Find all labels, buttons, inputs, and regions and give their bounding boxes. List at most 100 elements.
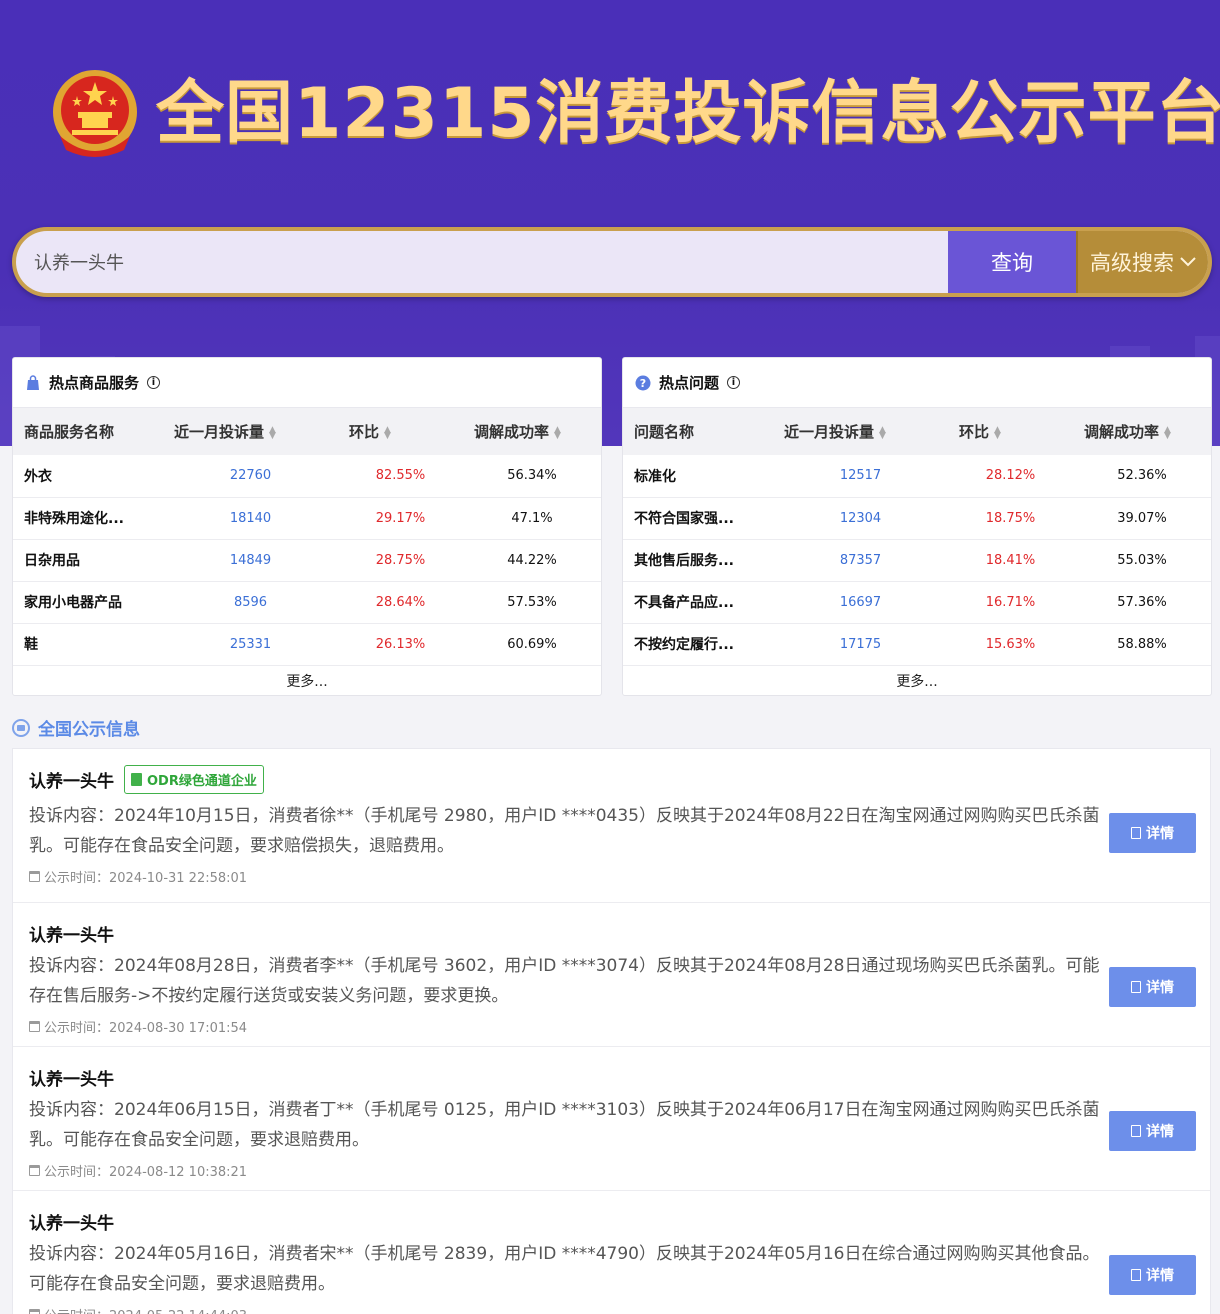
search-input[interactable] [16,231,948,293]
change-rate: 18.75% [948,497,1073,540]
sort-rate-header[interactable]: 调解成功率 ▲ ▼ [463,408,601,455]
complaint-volume: 14849 [163,539,338,582]
complaint-content: 投诉内容：2024年08月28日，消费者李**（手机尾号 3602，用户ID *… [29,956,1100,1006]
complaint-volume: 22760 [163,455,338,498]
change-rate: 16.71% [948,581,1073,624]
complaint-volume: 12517 [773,455,948,498]
table-row[interactable]: 家用小电器产品 8596 28.64% 57.53% [13,581,601,624]
company-name[interactable]: 认养一头牛 [29,1209,114,1234]
change-rate: 28.75% [338,539,463,582]
shopping-bag-icon [27,374,39,390]
document-icon [1131,981,1141,993]
mediation-rate: 58.88% [1073,623,1211,666]
company-name[interactable]: 认养一头牛 [29,921,114,946]
document-icon [1131,827,1141,839]
change-rate: 26.13% [338,623,463,666]
item-name[interactable]: 日杂用品 [13,539,163,582]
publish-time-text: 公示时间：2024-10-31 22:58:01 [44,871,248,886]
question-icon: ? [635,375,651,390]
item-name[interactable]: 鞋 [13,623,163,666]
publish-time: 公示时间：2024-08-30 17:01:54 [29,1017,1194,1036]
calendar-icon [29,1309,40,1314]
complaint-volume: 17175 [773,623,948,666]
table-row[interactable]: 其他售后服务... 87357 18.41% 55.03% [623,539,1211,582]
detail-button[interactable]: 详情 [1109,967,1196,1007]
item-name[interactable]: 外衣 [13,455,163,498]
national-emblem-icon [53,70,137,157]
column-header: 问题名称 [634,423,695,441]
sort-icon: ▲ ▼ [554,424,561,441]
item-name[interactable]: 标准化 [623,455,773,498]
detail-button[interactable]: 详情 [1109,813,1196,853]
mediation-rate: 39.07% [1073,497,1211,540]
odr-badge: ODR绿色通道企业 [124,764,264,794]
document-icon [1131,1269,1141,1281]
item-name[interactable]: 不按约定履行... [623,623,773,666]
column-header: 商品服务名称 [24,423,115,441]
detail-label: 详情 [1146,826,1174,842]
sort-change-header[interactable]: 环比 ▲ ▼ [948,408,1073,455]
mediation-rate: 57.36% [1073,581,1211,624]
sort-icon: ▲ ▼ [994,424,1001,441]
mediation-rate: 57.53% [463,581,601,624]
mediation-rate: 52.36% [1073,455,1211,498]
sort-volume-header[interactable]: 近一月投诉量 ▲ ▼ [163,408,338,455]
publish-time-text: 公示时间：2024-08-12 10:38:21 [44,1165,248,1180]
complaint-volume: 8596 [163,581,338,624]
change-rate: 82.55% [338,455,463,498]
item-name[interactable]: 不符合国家强... [623,497,773,540]
mediation-rate: 44.22% [463,539,601,582]
complaint-volume: 16697 [773,581,948,624]
sort-change-header[interactable]: 环比 ▲ ▼ [338,408,463,455]
complaint-content: 投诉内容：2024年10月15日，消费者徐**（手机尾号 2980，用户ID *… [29,806,1100,856]
mediation-rate: 55.03% [1073,539,1211,582]
detail-button[interactable]: 详情 [1109,1111,1196,1151]
table-row[interactable]: 不符合国家强... 12304 18.75% 39.07% [623,497,1211,540]
search-bar: 查询 高级搜索 [12,227,1212,297]
table-row[interactable]: 非特殊用途化... 18140 29.17% 47.1% [13,497,601,540]
calendar-icon [29,1165,40,1176]
sort-icon: ▲ ▼ [879,424,886,441]
item-name[interactable]: 家用小电器产品 [13,581,163,624]
complaint-volume: 18140 [163,497,338,540]
search-button[interactable]: 查询 [948,231,1076,293]
table-row[interactable]: 鞋 25331 26.13% 60.69% [13,623,601,666]
table-row[interactable]: 日杂用品 14849 28.75% 44.22% [13,539,601,582]
info-icon[interactable]: i [147,376,161,389]
item-name[interactable]: 非特殊用途化... [13,497,163,540]
mediation-rate: 56.34% [463,455,601,498]
panel-title: 热点商品服务 [49,374,140,392]
change-rate: 15.63% [948,623,1073,666]
odr-badge-label: ODR绿色通道企业 [147,773,257,789]
hot-products-panel: 热点商品服务 i 商品服务名称 近一月投诉量 ▲ ▼ 环比 ▲ ▼ 调解成功率 ▲ ▼ 外衣… [12,357,602,696]
table-row[interactable]: 标准化 12517 28.12% 52.36% [623,455,1211,498]
notice-icon [12,718,30,737]
company-name[interactable]: 认养一头牛 [29,767,114,792]
item-name[interactable]: 不具备产品应... [623,581,773,624]
detail-button[interactable]: 详情 [1109,1255,1196,1295]
sort-icon: ▲ ▼ [269,424,276,441]
more-link[interactable]: 更多... [623,666,1211,697]
item-name[interactable]: 其他售后服务... [623,539,773,582]
column-header: 环比 [959,423,990,441]
calendar-icon [29,1021,40,1032]
document-icon [1131,1125,1141,1137]
table-row[interactable]: 不具备产品应... 16697 16.71% 57.36% [623,581,1211,624]
hot-products-table: 商品服务名称 近一月投诉量 ▲ ▼ 环比 ▲ ▼ 调解成功率 ▲ ▼ 外衣 22760 82.5… [13,408,601,666]
column-header: 近一月投诉量 [174,423,265,441]
company-name[interactable]: 认养一头牛 [29,1065,114,1090]
sort-volume-header[interactable]: 近一月投诉量 ▲ ▼ [773,408,948,455]
change-rate: 18.41% [948,539,1073,582]
calendar-icon [29,871,40,882]
publish-time-text: 公示时间：2024-08-30 17:01:54 [44,1021,248,1036]
table-row[interactable]: 不按约定履行... 17175 15.63% 58.88% [623,623,1211,666]
complaint-volume: 25331 [163,623,338,666]
table-row[interactable]: 外衣 22760 82.55% 56.34% [13,455,601,498]
complaint-content: 投诉内容：2024年06月15日，消费者丁**（手机尾号 0125，用户ID *… [29,1100,1100,1150]
sort-rate-header[interactable]: 调解成功率 ▲ ▼ [1073,408,1211,455]
list-item: 认养一头牛 投诉内容：2024年05月16日，消费者宋**（手机尾号 2839，… [13,1191,1210,1314]
info-icon[interactable]: i [727,376,741,389]
more-link[interactable]: 更多... [13,666,601,697]
detail-label: 详情 [1146,1124,1174,1140]
advanced-search-button[interactable]: 高级搜索 [1076,231,1208,293]
